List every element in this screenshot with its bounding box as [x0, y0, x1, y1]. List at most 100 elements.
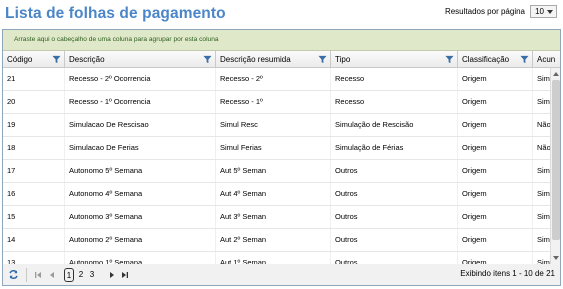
table-cell: Não — [533, 114, 550, 136]
table-cell: Não — [533, 137, 550, 159]
table-cell: 13 — [3, 252, 65, 264]
table-cell: 14 — [3, 229, 65, 251]
column-header-tipo[interactable]: Tipo — [331, 51, 458, 68]
results-per-page-label: Resultados por página — [444, 7, 525, 16]
table-row[interactable]: 15 Autonomo 3º Semana Aut 3º Seman Outros Or… — [3, 206, 550, 229]
scroll-down-icon[interactable] — [553, 256, 559, 260]
column-header-label: Acun — [537, 55, 556, 64]
table-cell: Recesso - 2º Ocorrencia — [65, 68, 216, 90]
vertical-scroll-thumb[interactable] — [552, 80, 560, 240]
column-header-label: Código — [7, 55, 33, 64]
payroll-grid: Arraste aqui o cabeçalho de uma coluna p… — [2, 29, 561, 286]
table-cell: Origem — [458, 91, 533, 113]
last-page-icon[interactable] — [120, 271, 129, 279]
table-cell: Autonomo 4º Semana — [65, 183, 216, 205]
pager-divider — [26, 268, 27, 282]
table-row[interactable]: 18 Simulacao De Ferias Simul Ferias Simulaç… — [3, 137, 550, 160]
filter-icon[interactable] — [52, 55, 61, 64]
table-cell: Sim — [533, 206, 550, 228]
page-size-value: 10 — [535, 7, 544, 16]
grid-body: 21 Recesso - 2º Ocorrencia Recesso - 2º Rec… — [3, 68, 550, 264]
table-cell: Aut 3º Seman — [216, 206, 331, 228]
table-cell: Origem — [458, 183, 533, 205]
table-cell: Origem — [458, 68, 533, 90]
table-cell: Sim — [533, 183, 550, 205]
table-cell: Autonomo 5º Semana — [65, 160, 216, 182]
table-cell: Aut 2º Seman — [216, 229, 331, 251]
table-cell: 18 — [3, 137, 65, 159]
table-cell: Simulacao De Rescisao — [65, 114, 216, 136]
items-info: Exibindo itens 1 - 10 de 21 — [460, 269, 555, 278]
page-1-button[interactable]: 1 — [64, 268, 74, 282]
table-cell: 21 — [3, 68, 65, 90]
column-header-label: Descrição — [69, 55, 105, 64]
table-row[interactable]: 19 Simulacao De Rescisao Simul Resc Simulaç… — [3, 114, 550, 137]
table-cell: Simulacao De Ferias — [65, 137, 216, 159]
table-cell: Autonomo 3º Semana — [65, 206, 216, 228]
table-row[interactable]: 20 Recesso - 1º Ocorrencia Recesso - 1º Rec… — [3, 91, 550, 114]
page-2-button[interactable]: 2 — [77, 268, 85, 282]
table-cell: Origem — [458, 229, 533, 251]
table-cell: Sim — [533, 229, 550, 251]
table-cell: Sim — [533, 68, 550, 90]
table-cell: Simul Ferias — [216, 137, 331, 159]
page-size-select[interactable]: 10 — [530, 5, 557, 18]
table-cell: Recesso — [331, 91, 458, 113]
page-title: Lista de folhas de pagamento — [5, 5, 226, 22]
table-row[interactable]: 14 Autonomo 2º Semana Aut 2º Seman Outros Or… — [3, 229, 550, 252]
column-header-descricao-resumida[interactable]: Descrição resumida — [216, 51, 331, 68]
table-cell: Recesso - 1º — [216, 91, 331, 113]
table-row[interactable]: 16 Autonomo 4º Semana Aut 4º Seman Outros Or… — [3, 183, 550, 206]
chevron-down-icon — [547, 9, 553, 14]
table-cell: Origem — [458, 137, 533, 159]
table-cell: 20 — [3, 91, 65, 113]
table-cell: 16 — [3, 183, 65, 205]
group-by-panel[interactable]: Arraste aqui o cabeçalho de uma coluna p… — [3, 30, 560, 51]
scroll-up-icon[interactable] — [553, 72, 559, 76]
table-cell: Outros — [331, 160, 458, 182]
table-row[interactable]: 13 Autonomo 1º Semana Aut 1º Seman Outros Or… — [3, 252, 550, 264]
first-page-icon[interactable] — [34, 271, 43, 279]
column-header-codigo[interactable]: Código — [3, 51, 65, 68]
column-header-label: Classificação — [462, 55, 510, 64]
table-cell: Sim — [533, 252, 550, 264]
group-by-hint: Arraste aqui o cabeçalho de uma coluna p… — [14, 36, 219, 43]
vertical-scrollbar[interactable] — [550, 68, 560, 264]
table-cell: Origem — [458, 206, 533, 228]
table-cell: 17 — [3, 160, 65, 182]
page-3-button[interactable]: 3 — [88, 268, 96, 282]
table-cell: Aut 5º Seman — [216, 160, 331, 182]
column-header-acun[interactable]: Acun — [533, 51, 560, 68]
filter-icon[interactable] — [318, 55, 327, 64]
table-cell: Recesso - 1º Ocorrencia — [65, 91, 216, 113]
table-cell: Aut 1º Seman — [216, 252, 331, 264]
table-cell: Origem — [458, 252, 533, 264]
table-cell: Sim — [533, 160, 550, 182]
previous-page-icon[interactable] — [48, 271, 57, 279]
column-header-label: Tipo — [335, 55, 351, 64]
filter-icon[interactable] — [203, 55, 212, 64]
results-per-page: Resultados por página 10 — [445, 5, 557, 18]
filter-icon[interactable] — [520, 55, 529, 64]
table-cell: Aut 4º Seman — [216, 183, 331, 205]
next-page-icon[interactable] — [107, 271, 116, 279]
table-cell: Outros — [331, 252, 458, 264]
table-cell: Simulação de Rescisão — [331, 114, 458, 136]
table-cell: Outros — [331, 183, 458, 205]
pager: 1 2 3 Exibindo itens 1 - 10 de 21 — [2, 264, 561, 286]
refresh-icon[interactable] — [8, 269, 19, 280]
table-cell: 15 — [3, 206, 65, 228]
column-header-descricao[interactable]: Descrição — [65, 51, 216, 68]
table-cell: Simul Resc — [216, 114, 331, 136]
table-row[interactable]: 17 Autonomo 5º Semana Aut 5º Seman Outros Or… — [3, 160, 550, 183]
table-cell: Origem — [458, 114, 533, 136]
table-cell: 19 — [3, 114, 65, 136]
column-header-classificacao[interactable]: Classificação — [458, 51, 533, 68]
filter-icon[interactable] — [445, 55, 454, 64]
table-cell: Origem — [458, 160, 533, 182]
table-cell: Recesso - 2º — [216, 68, 331, 90]
table-cell: Autonomo 2º Semana — [65, 229, 216, 251]
table-cell: Sim — [533, 91, 550, 113]
table-row[interactable]: 21 Recesso - 2º Ocorrencia Recesso - 2º Rec… — [3, 68, 550, 91]
table-cell: Recesso — [331, 68, 458, 90]
